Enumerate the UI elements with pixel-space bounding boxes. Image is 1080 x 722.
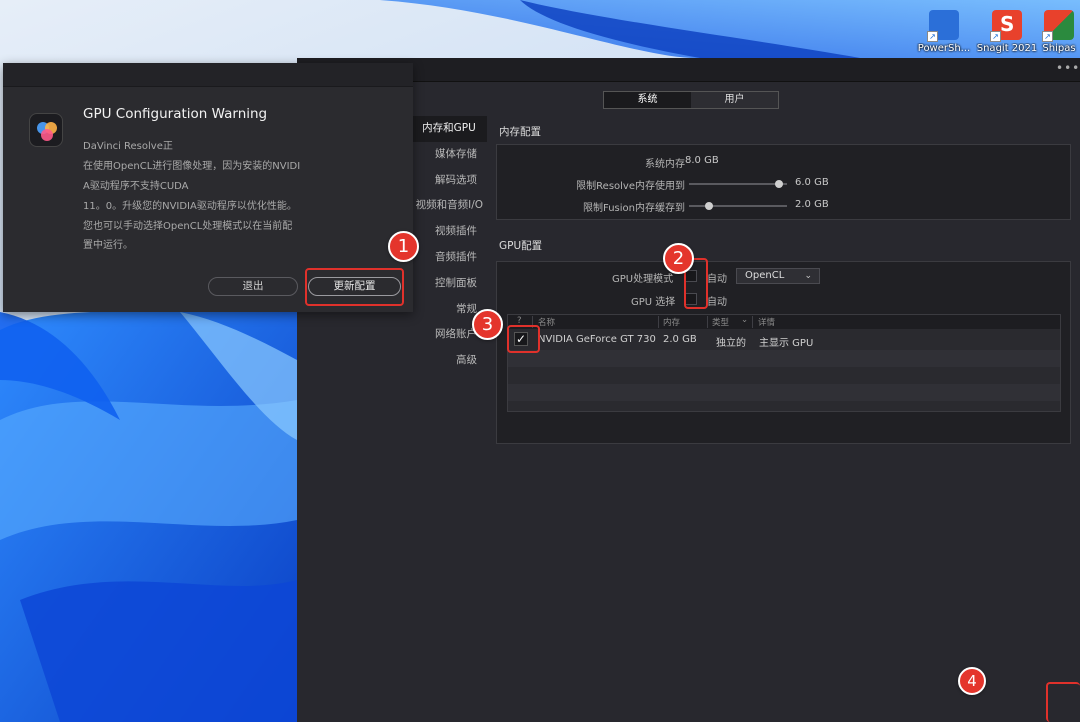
more-options-icon[interactable]: ••• — [1056, 62, 1079, 76]
dialog-message-line: 在使用OpenCL进行图像处理，因为安装的NVIDI — [83, 161, 301, 172]
sidebar-item-audio-plugins[interactable]: 音频插件 — [411, 245, 487, 271]
gpu-details: 主显示 GPU — [759, 338, 814, 349]
preferences-window: ••• 系统 用户 内存和GPU 媒体存储 解码选项 视频和音频I/O 视频插件… — [297, 58, 1080, 722]
davinci-resolve-logo-icon — [29, 113, 63, 147]
tab-user[interactable]: 用户 — [691, 92, 778, 108]
gpu-processing-mode-label: GPU处理模式 — [612, 274, 674, 285]
fusion-memory-limit-value: 2.0 GB — [795, 199, 829, 210]
desktop-icon-label: Shipas — [1042, 43, 1076, 54]
annotation-badge-4: 4 — [958, 667, 986, 695]
desktop-icon-label: PowerSh... — [917, 43, 971, 54]
sidebar-item-media-storage[interactable]: 媒体存储 — [411, 142, 487, 168]
dialog-message-line: 您也可以手动选择OpenCL处理模式以在当前配 — [83, 221, 293, 232]
table-row[interactable]: ✓ NVIDIA GeForce GT 730 2.0 GB 独立的 主显示 G… — [508, 331, 1060, 350]
shortcut-arrow-icon: ↗ — [927, 31, 938, 42]
tab-system[interactable]: 系统 — [604, 92, 691, 108]
preferences-titlebar: ••• — [297, 58, 1080, 82]
preferences-tabbar: 系统 用户 — [603, 91, 779, 109]
dialog-titlebar — [3, 63, 413, 87]
desktop-shortcut-snagit[interactable]: S ↗ Snagit 2021 — [976, 10, 1038, 54]
resolve-memory-slider[interactable] — [689, 180, 787, 188]
gpu-mode-select[interactable]: OpenCL ⌄ — [736, 268, 820, 284]
shipas-icon: ↗ — [1042, 10, 1074, 42]
resolve-memory-limit-row: 限制Resolve内存使用到 6.0 GB — [497, 177, 1070, 192]
gpu-config-panel: GPU处理模式 自动 OpenCL ⌄ GPU 选择 自动 ? 名称 内存 类型… — [496, 261, 1071, 444]
empty-table-row — [508, 350, 1060, 367]
chevron-down-icon: ⌄ — [804, 271, 812, 281]
memory-config-panel: 系统内存 8.0 GB 限制Resolve内存使用到 6.0 GB 限制Fusi… — [496, 144, 1071, 220]
gpu-config-title: GPU配置 — [499, 240, 543, 252]
gpu-select-auto-label: 自动 — [707, 297, 727, 308]
sidebar-item-video-plugins[interactable]: 视频插件 — [411, 219, 487, 245]
annotation-badge-1: 1 — [388, 231, 419, 262]
col-memory[interactable]: 内存 — [663, 316, 680, 328]
empty-table-row — [508, 384, 1060, 401]
dialog-title: GPU Configuration Warning — [83, 106, 268, 122]
desktop-shortcut-shipas[interactable]: ↗ Shipas — [1038, 10, 1080, 54]
dialog-message-line: A驱动程序不支持CUDA — [83, 181, 189, 192]
quit-button[interactable]: 退出 — [208, 277, 298, 296]
memory-config-title: 内存配置 — [499, 126, 541, 138]
gpu-selection-label: GPU 选择 — [631, 297, 676, 308]
sidebar-item-control-panels[interactable]: 控制面板 — [411, 271, 487, 297]
slider-knob[interactable] — [705, 202, 714, 210]
gpu-mode-auto-label: 自动 — [707, 274, 727, 285]
dialog-message-line: 11。0。升级您的NVIDIA驱动程序以优化性能。 — [83, 201, 297, 212]
annotation-highlight-update-button — [305, 268, 404, 306]
sidebar-item-decode-options[interactable]: 解码选项 — [411, 168, 487, 194]
fusion-memory-limit-label: 限制Fusion内存缓存到 — [583, 203, 685, 214]
system-memory-value: 8.0 GB — [685, 155, 719, 166]
gpu-name: NVIDIA GeForce GT 730 — [538, 334, 656, 345]
shortcut-arrow-icon: ↗ — [1042, 31, 1053, 42]
shortcut-arrow-icon: ↗ — [990, 31, 1001, 42]
sidebar-item-memory-gpu[interactable]: 内存和GPU — [411, 116, 487, 142]
desktop-shortcut-powershell[interactable]: ↗ PowerSh... — [913, 10, 975, 54]
sidebar-item-video-audio-io[interactable]: 视频和音频I/O — [411, 193, 487, 219]
resolve-memory-limit-value: 6.0 GB — [795, 177, 829, 188]
gpu-type: 独立的 — [716, 338, 746, 349]
col-name[interactable]: 名称 — [538, 316, 555, 328]
fusion-memory-limit-row: 限制Fusion内存缓存到 2.0 GB — [497, 199, 1070, 214]
annotation-highlight-gpu-checkbox — [507, 325, 540, 353]
col-type[interactable]: 类型 — [712, 316, 729, 328]
resolve-memory-limit-label: 限制Resolve内存使用到 — [576, 181, 685, 192]
slider-knob[interactable] — [774, 180, 783, 188]
powershell-icon: ↗ — [927, 10, 959, 42]
annotation-highlight-bottom-right — [1046, 682, 1080, 722]
chevron-down-icon[interactable]: ⌄ — [741, 315, 748, 325]
snagit-icon: S ↗ — [990, 10, 1022, 42]
gpu-table-header: ? 名称 内存 类型 ⌄ 详情 — [508, 315, 1060, 329]
sidebar-item-advanced[interactable]: 高级 — [411, 348, 487, 374]
gpu-memory: 2.0 GB — [663, 334, 697, 345]
system-memory-row: 系统内存 8.0 GB — [497, 155, 1070, 170]
gpu-table: ? 名称 内存 类型 ⌄ 详情 ✓ NVIDIA GeForce GT 730 … — [507, 314, 1061, 412]
annotation-badge-2: 2 — [663, 243, 694, 274]
dialog-message-line: DaVinci Resolve正 — [83, 141, 173, 152]
desktop-icon-label: Snagit 2021 — [976, 43, 1038, 54]
gpu-mode-select-value: OpenCL — [745, 270, 785, 281]
fusion-memory-slider[interactable] — [689, 202, 787, 210]
col-details[interactable]: 详情 — [758, 316, 775, 328]
dialog-message-line: 置中运行。 — [83, 240, 133, 251]
system-memory-label: 系统内存 — [645, 159, 685, 170]
annotation-badge-3: 3 — [472, 309, 503, 340]
